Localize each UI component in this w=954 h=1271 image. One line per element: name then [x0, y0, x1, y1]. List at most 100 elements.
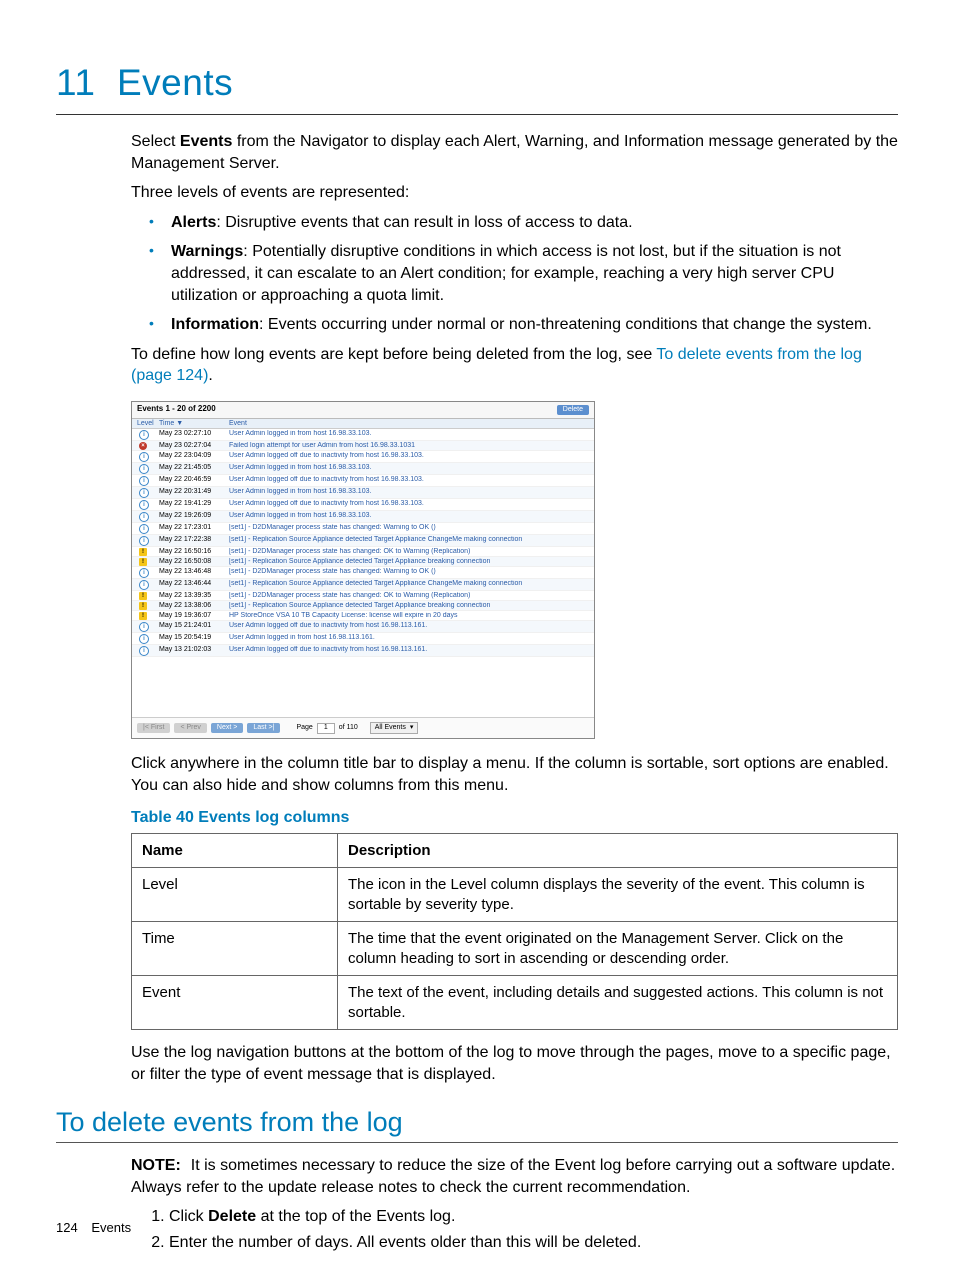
table-row[interactable]: iMay 15 21:24:01User Admin logged off du… [132, 621, 594, 633]
cell-desc: The time that the event originated on th… [338, 922, 898, 976]
time-cell: May 23 02:27:04 [159, 442, 229, 450]
level-cell: ! [137, 602, 159, 610]
info-icon: i [139, 500, 149, 510]
level-cell: ! [137, 548, 159, 556]
delete-button[interactable]: Delete [557, 405, 589, 415]
time-cell: May 22 13:38:06 [159, 602, 229, 610]
time-cell: May 15 21:24:01 [159, 622, 229, 632]
step: Enter the number of days. All events old… [169, 1232, 898, 1254]
info-icon: i [139, 464, 149, 474]
table-row[interactable]: iMay 13 21:02:03User Admin logged off du… [132, 645, 594, 657]
event-cell: User Admin logged off due to inactivity … [229, 646, 589, 656]
level-cell: ! [137, 592, 159, 600]
time-cell: May 22 16:50:16 [159, 548, 229, 556]
page-footer: 124 Events [56, 1220, 131, 1235]
table-row[interactable]: ! May 22 16:50:16[set1] - D2DManager proc… [132, 547, 594, 557]
level-cell: i [137, 512, 159, 522]
table-row[interactable]: iMay 22 19:41:29User Admin logged off du… [132, 499, 594, 511]
event-cell: HP StoreOnce VSA 10 TB Capacity License:… [229, 612, 589, 620]
table-row[interactable]: iMay 22 13:46:44[set1] - Replication Sou… [132, 579, 594, 591]
level-cell: i [137, 524, 159, 534]
time-cell: May 22 16:50:08 [159, 558, 229, 566]
intro-paragraph-2: Three levels of events are represented: [131, 182, 898, 204]
table-row[interactable]: ! May 22 13:38:06[set1] - Replication Sou… [132, 601, 594, 611]
table-row[interactable]: iMay 22 13:46:48[set1] - D2DManager proc… [132, 567, 594, 579]
table-row[interactable]: iMay 22 23:04:09User Admin logged off du… [132, 451, 594, 463]
divider [56, 1142, 898, 1143]
event-cell: [set1] - Replication Source Appliance de… [229, 602, 589, 610]
text: Select [131, 133, 180, 150]
event-cell: User Admin logged off due to inactivity … [229, 476, 589, 486]
event-cell: [set1] - Replication Source Appliance de… [229, 580, 589, 590]
time-cell: May 22 13:39:35 [159, 592, 229, 600]
delete-term: Delete [208, 1208, 256, 1225]
time-cell: May 22 13:46:48 [159, 568, 229, 578]
table-row: Level The icon in the Level column displ… [132, 868, 898, 922]
time-cell: May 22 20:46:59 [159, 476, 229, 486]
col-time[interactable]: Time ▼ [159, 420, 229, 428]
time-cell: May 15 20:54:19 [159, 634, 229, 644]
text: Click [169, 1208, 208, 1225]
last-button[interactable]: Last >| [247, 723, 280, 733]
filter-select[interactable]: All Events ▾ [370, 722, 419, 734]
steps-list: Click Delete at the top of the Events lo… [131, 1206, 898, 1253]
table-row[interactable]: !May 19 19:36:07HP StoreOnce VSA 10 TB C… [132, 611, 594, 621]
event-cell: User Admin logged in from host 16.98.113… [229, 634, 589, 644]
warn-icon: ! [139, 612, 147, 620]
text: : Disruptive events that can result in l… [216, 214, 632, 231]
text: . [208, 367, 212, 384]
text: : Potentially disruptive conditions in w… [171, 243, 841, 303]
table-row[interactable]: ! May 22 16:50:08[set1] - Replication Sou… [132, 557, 594, 567]
col-level[interactable]: Level [137, 420, 159, 428]
table-row[interactable]: !May 22 13:39:35[set1] - D2DManager proc… [132, 591, 594, 601]
table-row[interactable]: iMay 22 21:45:05User Admin logged in fro… [132, 463, 594, 475]
table-caption: Table 40 Events log columns [131, 809, 898, 827]
text: at the top of the Events log. [256, 1208, 455, 1225]
event-cell: [set1] - D2DManager process state has ch… [229, 548, 589, 556]
level-cell: i [137, 430, 159, 440]
filter-value: All Events [375, 724, 406, 732]
table-row[interactable]: × May 23 02:27:04Failed login attempt for… [132, 441, 594, 451]
figure-gap [132, 657, 594, 717]
time-cell: May 23 02:27:10 [159, 430, 229, 440]
table-row[interactable]: iMay 22 17:22:38[set1] - Replication Sou… [132, 535, 594, 547]
event-cell: User Admin logged off due to inactivity … [229, 500, 589, 510]
alert-icon: × [139, 442, 147, 450]
column-header-row[interactable]: Level Time ▼ Event [132, 419, 594, 430]
event-cell: [set1] - Replication Source Appliance de… [229, 558, 589, 566]
text: : Events occurring under normal or non-t… [259, 316, 872, 333]
warn-icon: ! [139, 592, 147, 600]
table-row[interactable]: iMay 22 19:26:09User Admin logged in fro… [132, 511, 594, 523]
divider [56, 114, 898, 115]
cell-name: Level [132, 868, 338, 922]
table-row[interactable]: iMay 22 17:23:01[set1] - D2DManager proc… [132, 523, 594, 535]
warn-icon: ! [139, 602, 147, 610]
note-paragraph: NOTE:It is sometimes necessary to reduce… [131, 1155, 898, 1198]
text: from the Navigator to display each Alert… [131, 133, 898, 172]
level-cell: i [137, 580, 159, 590]
cell-name: Time [132, 922, 338, 976]
time-cell: May 22 20:31:49 [159, 488, 229, 498]
time-cell: May 22 21:45:05 [159, 464, 229, 474]
term: Warnings [171, 243, 243, 260]
events-term: Events [180, 133, 232, 150]
info-icon: i [139, 536, 149, 546]
table-row[interactable]: iMay 15 20:54:19User Admin logged in fro… [132, 633, 594, 645]
warn-icon: ! [139, 548, 147, 556]
page-label: Page [296, 724, 312, 732]
figure-title: Events 1 - 20 of 2200 [137, 405, 216, 414]
events-log-columns-table: Name Description Level The icon in the L… [131, 833, 898, 1031]
info-icon: i [139, 488, 149, 498]
next-button[interactable]: Next > [211, 723, 243, 733]
level-cell: i [137, 568, 159, 578]
page-input[interactable]: 1 [317, 723, 335, 734]
warn-icon: ! [139, 558, 147, 566]
event-cell: Failed login attempt for user Admin from… [229, 442, 589, 450]
table-row[interactable]: iMay 22 20:31:49User Admin logged in fro… [132, 487, 594, 499]
table-row[interactable]: iMay 22 20:46:59User Admin logged off du… [132, 475, 594, 487]
level-cell: i [137, 536, 159, 546]
level-cell: i [137, 646, 159, 656]
event-cell: [set1] - D2DManager process state has ch… [229, 568, 589, 578]
col-event[interactable]: Event [229, 420, 589, 428]
table-row[interactable]: iMay 23 02:27:10User Admin logged in fro… [132, 429, 594, 441]
